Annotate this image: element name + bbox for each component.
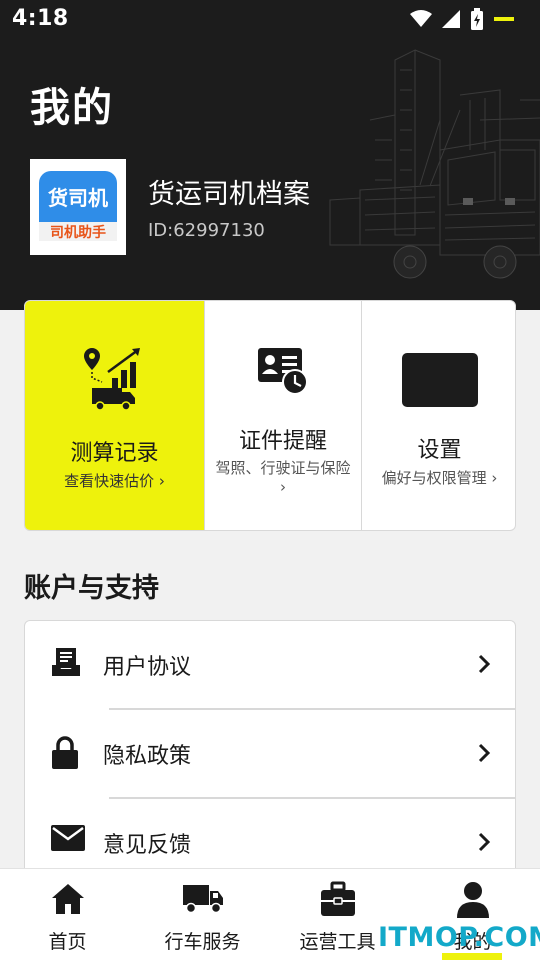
nav-label: 行车服务 [164, 931, 241, 953]
card-title: 测算记录 [70, 441, 159, 466]
wifi-icon [410, 10, 432, 27]
card-document-reminders[interactable]: 证件提醒 驾照、行驶证与保险 › [204, 301, 361, 530]
id-card-clock-icon [258, 348, 308, 395]
status-time: 4:18 [12, 6, 69, 31]
section-title: 账户与支持 [24, 573, 159, 604]
card-title: 设置 [417, 438, 462, 463]
app-logo-text-top: 货司机 [48, 186, 108, 210]
person-icon [456, 882, 489, 918]
status-bar: 4:18 [0, 0, 540, 38]
nav-tab-driving-services[interactable]: 行车服务 [135, 869, 270, 960]
card-settings[interactable]: 设置 偏好与权限管理 › [361, 301, 515, 530]
truck-city-background-art [329, 49, 540, 279]
card-subtitle: 偏好与权限管理 › [381, 469, 498, 487]
app-logo[interactable]: 货司机 司机助手 [30, 159, 126, 255]
mail-icon [51, 825, 85, 851]
card-subtitle: 查看快速估价 › [64, 472, 165, 490]
battery-icon [471, 8, 483, 30]
menu-item-label: 隐私政策 [103, 744, 192, 769]
route-chart-truck-icon [83, 348, 140, 411]
app-logo-text-bottom: 司机助手 [50, 224, 106, 241]
truck-icon [182, 885, 223, 914]
nav-tab-home[interactable]: 首页 [0, 869, 135, 960]
quick-cards: 测算记录 查看快速估价 › 证件提醒 驾照、行驶证与保险 › 设置 偏好与权限管… [24, 300, 516, 531]
document-tray-icon [52, 648, 80, 676]
toolbox-icon [320, 881, 355, 916]
signal-icon [442, 10, 460, 28]
battery-bar-indicator [494, 17, 514, 21]
menu-item-label: 用户协议 [103, 655, 192, 680]
profile-id: ID:62997130 [148, 220, 265, 241]
card-estimate-records[interactable]: 测算记录 查看快速估价 › [25, 301, 204, 530]
status-icons [410, 8, 514, 30]
lock-icon [52, 736, 78, 769]
profile-name: 货运司机档案 [148, 179, 310, 210]
menu-item-label: 意见反馈 [103, 833, 192, 858]
card-subtitle: 驾照、行驶证与保险 › [215, 459, 351, 496]
profile-header: 4:18 我的 货司机 司机助手 货运司机档案 ID:62997130 [0, 0, 540, 310]
watermark: ITMOP.COM [378, 922, 540, 953]
nav-label: 首页 [48, 931, 87, 953]
menu-item-user-agreement[interactable]: 用户协议 [25, 621, 515, 709]
home-icon [51, 884, 84, 914]
settings-placeholder-icon [401, 353, 478, 407]
menu-item-privacy-policy[interactable]: 隐私政策 [25, 710, 515, 798]
chevron-right-icon [478, 654, 491, 674]
page-title: 我的 [30, 85, 114, 131]
chevron-right-icon [478, 743, 491, 763]
app-logo-graphic: 货司机 司机助手 [39, 171, 117, 241]
chevron-right-icon [478, 832, 491, 852]
card-title: 证件提醒 [238, 429, 327, 454]
active-tab-indicator [442, 953, 502, 960]
